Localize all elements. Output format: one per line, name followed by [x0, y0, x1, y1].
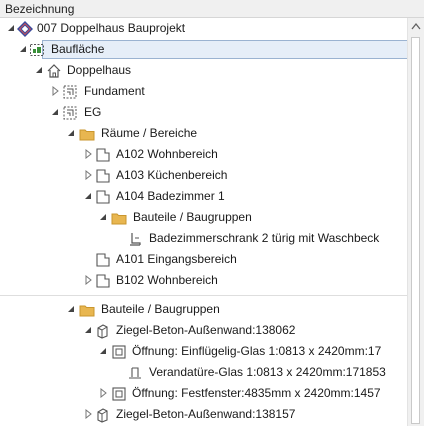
folder-icon — [111, 210, 127, 226]
tree-node-room[interactable]: A103 Küchenbereich — [0, 165, 407, 186]
tree-node-room[interactable]: A102 Wohnbereich — [0, 144, 407, 165]
collapsed-arrow-icon[interactable] — [83, 149, 93, 159]
tree-view[interactable]: 007 Doppelhaus Bauprojekt Baufläche Dopp… — [0, 18, 407, 426]
tree-node-room[interactable]: A104 Badezimmer 1 — [0, 186, 407, 207]
tree-node-storey[interactable]: EG — [0, 102, 407, 123]
vertical-scrollbar[interactable] — [407, 18, 424, 426]
tree-node-folder[interactable]: Räume / Bereiche — [0, 123, 407, 144]
tree-node-label: 007 Doppelhaus Bauprojekt — [37, 21, 186, 35]
tree-node-project[interactable]: 007 Doppelhaus Bauprojekt — [0, 18, 407, 39]
wall-icon — [95, 407, 111, 423]
folder-icon — [79, 302, 95, 318]
expanded-arrow-icon[interactable] — [66, 304, 76, 314]
tree-node-wall[interactable]: Ziegel-Beton-Außenwand:138062 — [0, 320, 407, 341]
collapsed-arrow-icon[interactable] — [83, 409, 93, 419]
tree-node-label: A101 Eingangsbereich — [116, 252, 237, 266]
room-icon — [95, 168, 111, 184]
expanded-arrow-icon[interactable] — [98, 346, 108, 356]
room-icon — [95, 252, 111, 268]
expanded-arrow-icon[interactable] — [83, 191, 93, 201]
folder-icon — [79, 126, 95, 142]
house-icon — [46, 63, 62, 79]
opening-icon — [111, 386, 127, 402]
tree-node-label: A102 Wohnbereich — [116, 147, 218, 161]
room-icon — [95, 273, 111, 289]
collapsed-arrow-icon[interactable] — [83, 170, 93, 180]
tree-node-door[interactable]: Verandatüre-Glas 1:0813 x 2420mm:171853 — [0, 362, 407, 383]
tree-node-room[interactable]: A101 Eingangsbereich — [0, 249, 407, 270]
tree-node-label: Ziegel-Beton-Außenwand:138157 — [116, 407, 296, 421]
column-header[interactable]: Bezeichnung — [0, 0, 424, 18]
tree-node-label: Ziegel-Beton-Außenwand:138062 — [116, 323, 296, 337]
tree-node-opening[interactable]: Öffnung: Einflügelig-Glas 1:0813 x 2420m… — [0, 341, 407, 362]
tree-node-site[interactable]: Baufläche — [0, 39, 407, 60]
furniture-icon — [127, 231, 143, 247]
door-icon — [127, 365, 143, 381]
room-icon — [95, 147, 111, 163]
tree-node-label: B102 Wohnbereich — [116, 273, 218, 287]
tree-node-building[interactable]: Doppelhaus — [0, 60, 407, 81]
tree-node-label: Räume / Bereiche — [101, 126, 198, 140]
tree-node-label: Öffnung: Festfenster:4835mm x 2420mm:145… — [132, 386, 381, 400]
collapsed-arrow-icon[interactable] — [50, 86, 60, 96]
storey-icon — [62, 84, 78, 100]
expanded-arrow-icon[interactable] — [83, 325, 93, 335]
tree-node-label: A103 Küchenbereich — [116, 168, 228, 182]
divider — [0, 295, 407, 296]
tree-node-label: Bauteile / Baugruppen — [101, 302, 220, 316]
collapsed-arrow-icon[interactable] — [98, 388, 108, 398]
tree-node-folder[interactable]: Bauteile / Baugruppen — [0, 207, 407, 228]
collapsed-arrow-icon[interactable] — [83, 275, 93, 285]
tree-node-label: Bauteile / Baugruppen — [133, 210, 252, 224]
tree-node-storey[interactable]: Fundament — [0, 81, 407, 102]
expanded-arrow-icon[interactable] — [50, 107, 60, 117]
room-icon — [95, 189, 111, 205]
tree-node-label: Doppelhaus — [67, 63, 132, 77]
expanded-arrow-icon[interactable] — [34, 65, 44, 75]
tree-node-label: Verandatüre-Glas 1:0813 x 2420mm:171853 — [149, 365, 386, 379]
column-header-label: Bezeichnung — [5, 2, 75, 16]
expanded-arrow-icon[interactable] — [98, 212, 108, 222]
wall-icon — [95, 323, 111, 339]
site-icon — [29, 42, 45, 58]
tree-node-folder[interactable]: Bauteile / Baugruppen — [0, 299, 407, 320]
tree-node-label: Badezimmerschrank 2 türig mit Waschbeck — [149, 231, 380, 245]
tree-node-room[interactable]: B102 Wohnbereich — [0, 270, 407, 291]
scrollbar-thumb[interactable] — [411, 37, 420, 424]
tree-node-label: Öffnung: Einflügelig-Glas 1:0813 x 2420m… — [132, 344, 382, 358]
storey-icon — [62, 105, 78, 121]
project-icon — [17, 21, 33, 37]
expanded-arrow-icon[interactable] — [18, 44, 28, 54]
opening-icon — [111, 344, 127, 360]
tree-node-opening[interactable]: Öffnung: Festfenster:4835mm x 2420mm:145… — [0, 383, 407, 404]
tree-node-label: EG — [84, 105, 102, 119]
expanded-arrow-icon[interactable] — [6, 23, 16, 33]
tree-node-label: A104 Badezimmer 1 — [116, 189, 225, 203]
scroll-up-arrow-icon[interactable] — [408, 18, 424, 35]
tree-node-component[interactable]: Badezimmerschrank 2 türig mit Waschbeck — [0, 228, 407, 249]
tree-node-label: Baufläche — [51, 42, 105, 56]
tree-node-label: Fundament — [84, 84, 145, 98]
tree-node-wall[interactable]: Ziegel-Beton-Außenwand:138157 — [0, 404, 407, 425]
expanded-arrow-icon[interactable] — [66, 128, 76, 138]
